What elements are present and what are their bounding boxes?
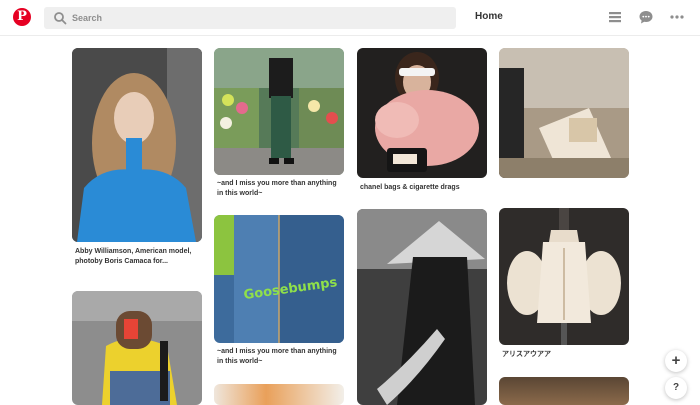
pin-image[interactable] [214, 384, 344, 405]
search-bar[interactable] [44, 7, 456, 29]
help-button[interactable]: ? [665, 377, 687, 399]
pin-image[interactable] [357, 209, 487, 405]
pin-caption: ~and I miss you more than anything in th… [217, 180, 337, 197]
pinterest-logo[interactable]: P [13, 8, 31, 26]
pin-caption: Abby Williamson, American model, photoby… [75, 248, 192, 265]
chat-icon[interactable] [638, 9, 654, 25]
pin-image[interactable] [72, 48, 202, 242]
pin-image[interactable] [499, 377, 629, 405]
add-button[interactable]: + [665, 350, 687, 372]
straw-hat-illustration [357, 209, 487, 405]
pin-caption: ~and I miss you more than anything in th… [217, 348, 337, 365]
blouse-illustration [499, 208, 629, 345]
portrait-illustration [72, 48, 202, 242]
yellow-top-illustration [72, 291, 202, 405]
flower-shop-illustration [214, 48, 344, 175]
top-navigation-bar: P Home [0, 0, 700, 36]
denim-jacket-illustration: Goosebumps [214, 215, 344, 343]
search-input[interactable] [72, 10, 442, 26]
pin-caption: chanel bags & cigarette drags [360, 184, 460, 191]
pin-image[interactable]: Goosebumps [214, 215, 344, 343]
pin-caption: アリスアウアア [502, 351, 551, 358]
more-icon[interactable] [669, 9, 685, 25]
menu-icon[interactable] [607, 9, 623, 25]
book-illustration [499, 48, 629, 178]
pin-image[interactable] [357, 48, 487, 178]
search-icon [54, 12, 67, 25]
fur-coat-illustration [357, 48, 487, 178]
pin-image[interactable] [214, 48, 344, 175]
pin-image[interactable] [499, 208, 629, 345]
home-link[interactable]: Home [475, 11, 503, 22]
pin-image[interactable] [499, 48, 629, 178]
pin-image[interactable] [72, 291, 202, 405]
